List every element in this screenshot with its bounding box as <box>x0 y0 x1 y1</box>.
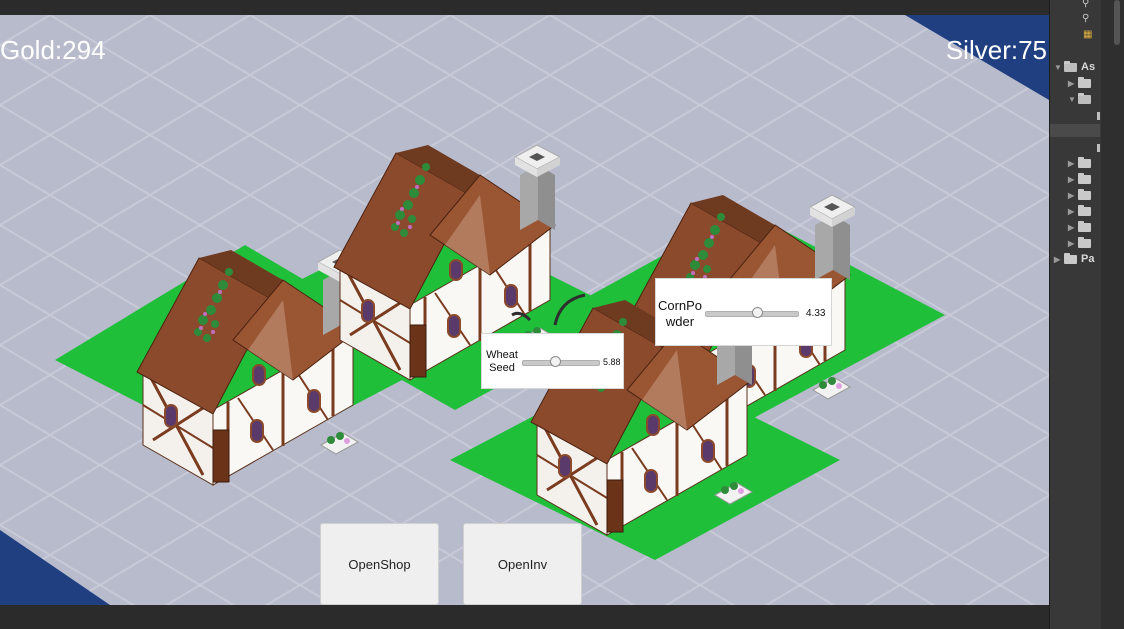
folder-icon <box>1078 156 1091 168</box>
wheat-seed-label: Wheat Seed <box>486 349 518 374</box>
silver-counter: Silver:75 <box>945 35 1047 65</box>
folder-icon <box>1078 92 1091 104</box>
chevron-right-icon[interactable]: ▶ <box>1054 255 1064 264</box>
project-subfolder[interactable]: ▶ <box>1068 235 1095 251</box>
open-shop-button[interactable]: OpenShop <box>320 523 439 605</box>
editor-top-bar <box>0 0 1049 15</box>
open-inv-button[interactable]: OpenInv <box>463 523 582 605</box>
editor-bottom-bar <box>0 605 1049 629</box>
chevron-down-icon[interactable]: ▼ <box>1068 95 1078 104</box>
selected-tree-row <box>1050 124 1100 137</box>
project-folder-packages[interactable]: ▶ Pa <box>1054 251 1094 267</box>
project-subfolder[interactable]: ▶ <box>1068 219 1095 235</box>
chevron-down-icon[interactable]: ▼ <box>1054 63 1064 72</box>
chevron-right-icon[interactable]: ▶ <box>1068 223 1078 232</box>
folder-icon <box>1064 60 1077 72</box>
wheat-seed-value: 5.88 <box>603 357 621 367</box>
isometric-world <box>0 15 1049 605</box>
folder-icon <box>1078 76 1091 88</box>
project-panel: ⚲ ⚲ ▦ ▼ As ▶ ▼ ▶ ▶ ▶ ▶ ▶ ▶ ▶ Pa <box>1049 0 1124 629</box>
corn-powder-value: 4.33 <box>806 308 826 319</box>
gold-counter: Gold:294 <box>0 35 106 65</box>
search-icon[interactable]: ⚲ <box>1082 13 1089 24</box>
folder-icon <box>1078 204 1091 216</box>
chevron-right-icon[interactable]: ▶ <box>1068 79 1078 88</box>
chevron-right-icon[interactable]: ▶ <box>1068 207 1078 216</box>
folder-icon <box>1064 252 1077 264</box>
project-subfolder[interactable]: ▶ <box>1068 171 1095 187</box>
chevron-right-icon[interactable]: ▶ <box>1068 191 1078 200</box>
project-subfolder[interactable]: ▶ <box>1068 75 1095 91</box>
chevron-right-icon[interactable]: ▶ <box>1068 159 1078 168</box>
asset-label-icon[interactable]: ▦ <box>1083 29 1092 40</box>
folder-icon <box>1078 220 1091 232</box>
wheat-seed-slider-handle[interactable] <box>550 356 561 367</box>
scrollbar[interactable] <box>1101 0 1124 629</box>
search-icon[interactable]: ⚲ <box>1082 0 1089 9</box>
corn-powder-slider-handle[interactable] <box>752 307 763 318</box>
corn-powder-panel: CornPo wder 4.33 <box>655 278 832 346</box>
scrollbar-thumb[interactable] <box>1114 0 1120 45</box>
corn-powder-label: CornPo wder <box>657 298 703 329</box>
folder-icon <box>1078 172 1091 184</box>
project-subfolder[interactable]: ▼ <box>1068 91 1095 107</box>
file-icon[interactable] <box>1097 144 1100 152</box>
folder-label: Pa <box>1081 253 1095 265</box>
chevron-right-icon[interactable]: ▶ <box>1068 175 1078 184</box>
folder-label: As <box>1081 61 1096 73</box>
wheat-seed-slider[interactable] <box>522 360 600 366</box>
game-view[interactable]: Gold:294 Silver:75 Wheat Seed 5.88 CornP… <box>0 15 1049 605</box>
wheat-seed-panel: Wheat Seed 5.88 <box>481 333 624 389</box>
project-folder-assets[interactable]: ▼ As <box>1054 59 1095 75</box>
project-subfolder[interactable]: ▶ <box>1068 155 1095 171</box>
project-subfolder[interactable]: ▶ <box>1068 203 1095 219</box>
chevron-right-icon[interactable]: ▶ <box>1068 239 1078 248</box>
folder-icon <box>1078 236 1091 248</box>
project-subfolder[interactable]: ▶ <box>1068 187 1095 203</box>
folder-icon <box>1078 188 1091 200</box>
file-icon[interactable] <box>1097 112 1100 120</box>
